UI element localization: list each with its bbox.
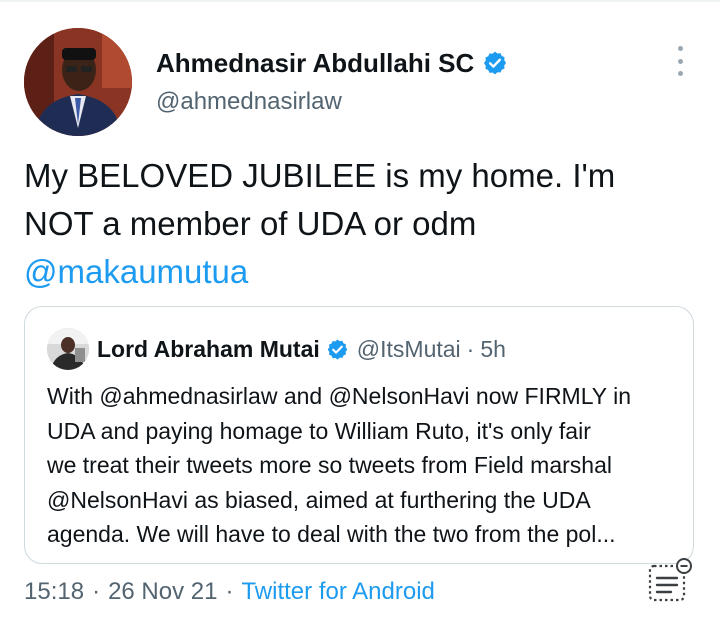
tweet-meta: 15:18 · 26 Nov 21 · Twitter for Android (24, 578, 435, 606)
meta-separator-1: · (92, 578, 101, 605)
tweet: Ahmednasir Abdullahi SC @ahmednasirlaw M… (0, 0, 720, 634)
quoted-tweet-card[interactable]: Lord Abraham Mutai @ItsMutai · 5h With @… (24, 306, 694, 564)
quoted-time: 5h (480, 335, 506, 362)
author-handle[interactable]: @ahmednasirlaw (156, 88, 342, 116)
more-options-icon[interactable] (670, 46, 690, 76)
tweet-text: My BELOVED JUBILEE is my home. I'm NOT a… (24, 152, 684, 296)
reader-mode-icon[interactable] (646, 556, 696, 606)
quoted-header: Lord Abraham Mutai @ItsMutai · 5h (97, 333, 506, 365)
quoted-display-name: Lord Abraham Mutai (97, 335, 320, 362)
quoted-author-avatar (47, 328, 89, 370)
author-name-row: Ahmednasir Abdullahi SC (156, 46, 508, 80)
meta-separator-2: · (225, 578, 234, 605)
author-display-name[interactable]: Ahmednasir Abdullahi SC (156, 48, 474, 79)
tweet-date[interactable]: 26 Nov 21 (108, 578, 217, 606)
tweet-text-body: My BELOVED JUBILEE is my home. I'm NOT a… (24, 157, 616, 242)
tweet-time[interactable]: 15:18 (24, 578, 84, 606)
mention-link[interactable]: @makaumutua (24, 253, 248, 290)
quoted-verified-badge-icon (326, 338, 349, 361)
quoted-text: With @ahmednasirlaw and @NelsonHavi now … (47, 383, 632, 547)
tweet-source-link[interactable]: Twitter for Android (241, 578, 434, 606)
quoted-separator: · (466, 335, 475, 362)
verified-badge-icon (482, 50, 508, 76)
author-avatar[interactable] (24, 28, 132, 136)
quoted-handle: @ItsMutai (356, 335, 461, 362)
